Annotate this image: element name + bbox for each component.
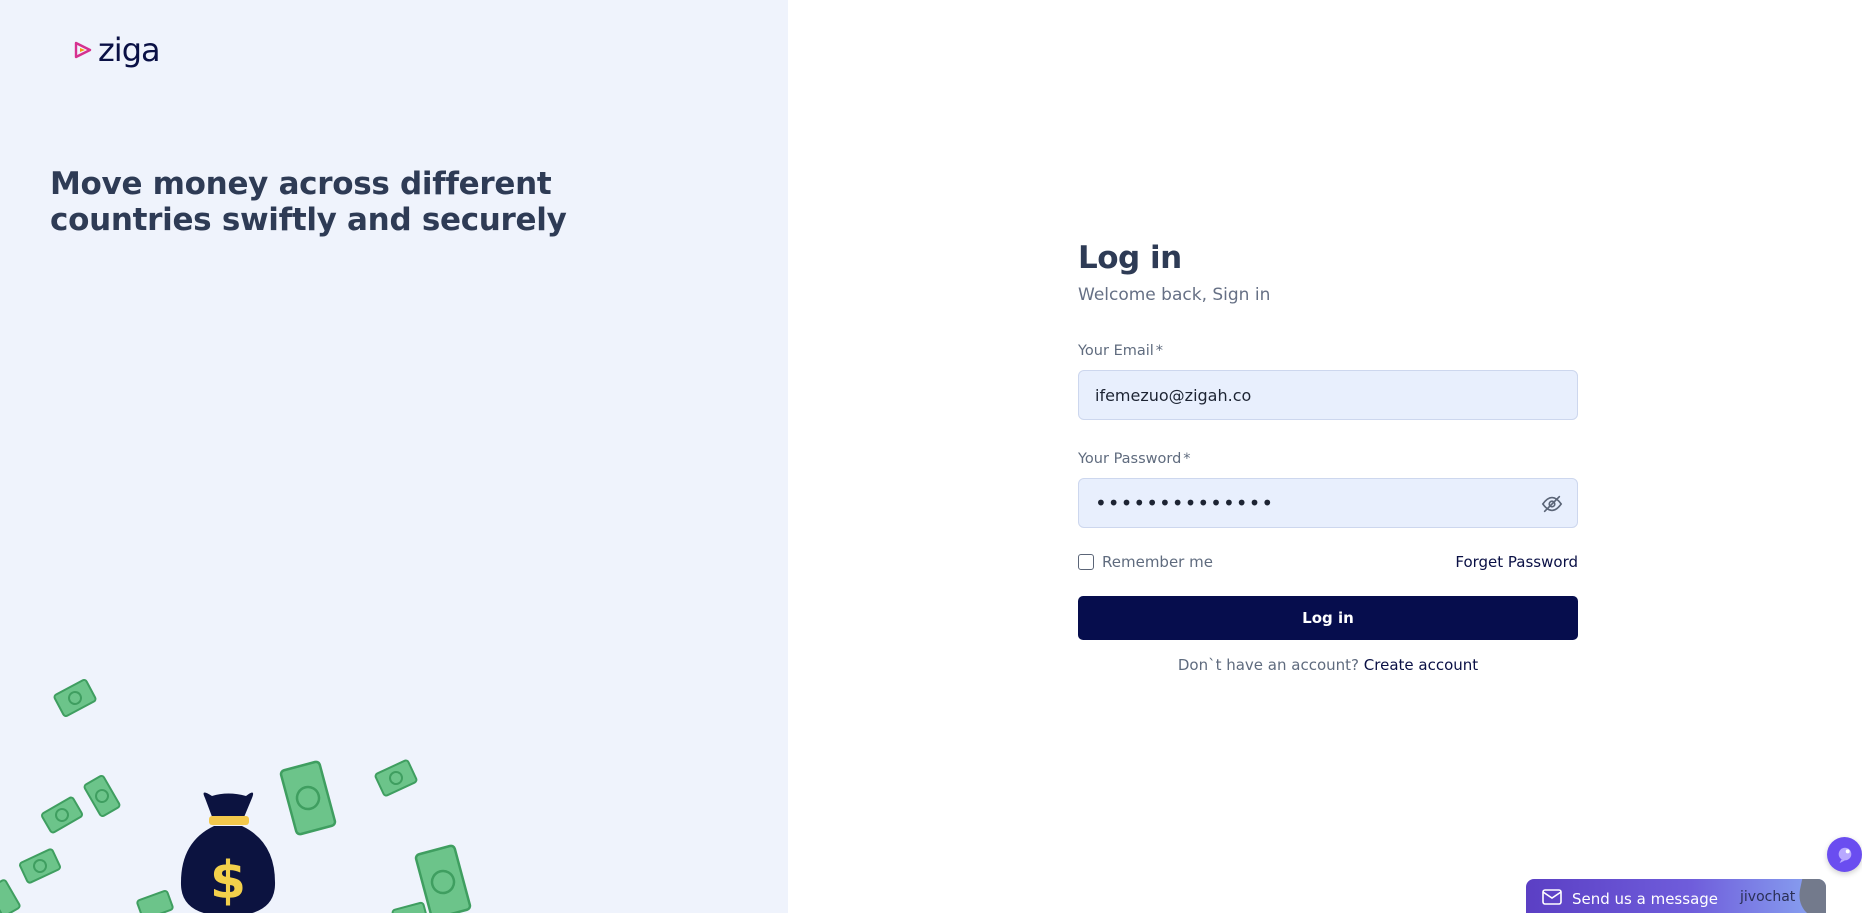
login-button[interactable]: Log in [1078,596,1578,640]
signup-prompt: Don`t have an account? Create account [1078,656,1578,674]
email-field[interactable] [1095,385,1561,405]
banknote-icon [136,889,174,913]
mail-icon [1542,889,1562,909]
money-bag-icon: $ [180,792,276,913]
banknote-icon [83,775,121,817]
form-options-row: Remember me Forget Password [1078,552,1578,572]
banknote-icon [0,879,21,913]
hero-panel: ziga Move money across different countri… [0,0,788,913]
password-label-text: Your Password [1078,451,1182,467]
money-bag-illustration: $ [0,679,472,913]
no-account-text: Don`t have an account? [1177,656,1359,674]
eye-slash-icon[interactable] [1541,493,1563,515]
create-account-link[interactable]: Create account [1364,656,1478,674]
brand-name: ziga [98,31,161,69]
chat-widget[interactable]: Send us a message jivochat [1526,879,1826,913]
banknote-icon [53,679,97,717]
login-form: Log in Welcome back, Sign in Your Email *… [1078,238,1578,674]
forgot-password-link[interactable]: Forget Password [1455,553,1578,571]
password-field-wrapper [1078,478,1578,528]
page-subtitle: Welcome back, Sign in [1078,285,1271,305]
remember-me[interactable]: Remember me [1078,553,1213,571]
remember-me-checkbox[interactable] [1078,554,1094,570]
email-field-wrapper [1078,370,1578,420]
banknote-icon [279,760,337,836]
chat-bubble-icon [1838,847,1851,863]
email-label-text: Your Email [1078,343,1154,359]
banknote-icon [41,796,83,834]
logo-mark-icon [74,41,92,59]
chat-launcher-button[interactable] [1827,837,1862,872]
banknote-icon [374,759,418,797]
brand-logo[interactable]: ziga [74,31,161,69]
svg-text:$: $ [210,851,246,911]
banknote-icon [391,901,429,913]
required-marker: * [1155,343,1164,359]
chat-widget-corner [1793,879,1826,913]
password-label: Your Password * [1078,450,1578,468]
hero-tagline: Move money across different countries sw… [50,166,567,238]
chat-brand: jivochat [1740,889,1796,905]
password-field[interactable] [1095,491,1561,515]
email-label: Your Email * [1078,342,1578,360]
banknote-icon [19,848,61,884]
required-marker: * [1183,451,1191,467]
remember-me-label: Remember me [1102,553,1213,571]
page-title: Log in [1078,240,1182,276]
chat-label: Send us a message [1572,890,1719,908]
